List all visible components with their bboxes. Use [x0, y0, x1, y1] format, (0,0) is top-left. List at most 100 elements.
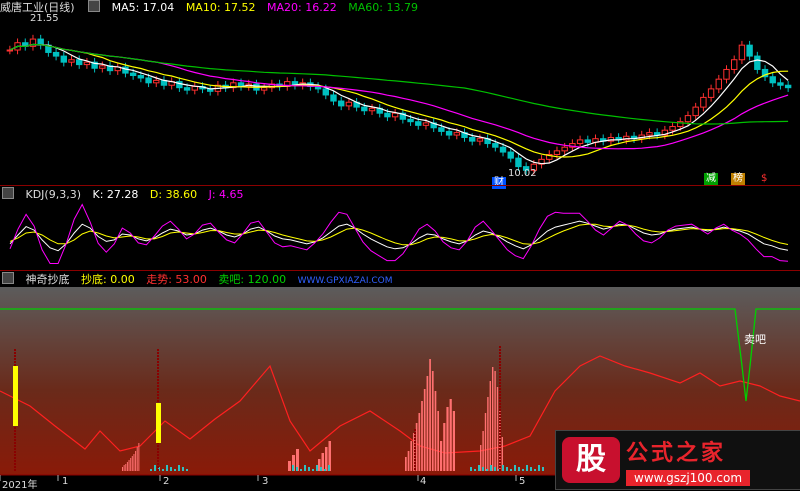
bottom-bar: [125, 464, 127, 471]
cyan-bar: [304, 465, 306, 471]
candle-body: [561, 146, 568, 152]
cyan-bar: [534, 469, 536, 471]
cyan-bar: [328, 465, 330, 471]
sell-label: 卖吧: 120.00: [218, 273, 287, 286]
cyan-bar: [316, 465, 318, 471]
cyan-bar: [522, 469, 524, 471]
cyan-bar: [502, 465, 504, 471]
cyan-bar: [174, 469, 176, 471]
bottom-bar: [131, 456, 133, 471]
candle-body: [415, 121, 422, 126]
kdj-j-label: J: 4.65: [208, 188, 244, 201]
candle-body: [330, 94, 337, 102]
cyan-bar: [292, 465, 294, 471]
settings-icon[interactable]: [88, 0, 101, 12]
candle-body: [715, 78, 722, 90]
bottom-bar: [421, 401, 423, 471]
kdj-title: KDJ(9,3,3): [25, 188, 82, 201]
candle-body: [553, 150, 561, 155]
stock-title: 威唐工业(日线): [0, 1, 75, 14]
cyan-bar: [150, 469, 152, 471]
bottom-bar: [410, 441, 413, 471]
price-panel: 威唐工业(日线) MA5: 17.04 MA10: 17.52 MA20: 16…: [0, 0, 800, 189]
candle-body: [145, 77, 152, 84]
candle-body: [76, 59, 83, 66]
price-chart[interactable]: [0, 0, 800, 185]
bottom-bar: [136, 447, 138, 471]
bottom-bar: [423, 389, 426, 471]
bottom-bar: [133, 454, 135, 471]
candle-body: [52, 51, 60, 57]
cyan-bar: [308, 467, 310, 471]
candle-body: [777, 82, 784, 86]
candle-body: [129, 72, 137, 77]
ma60-label: MA60: 13.79: [348, 1, 418, 14]
cyan-bar: [166, 465, 168, 471]
cyan-bar: [296, 467, 298, 471]
candle-body: [338, 100, 345, 107]
cyan-bar: [542, 467, 544, 471]
rank-badge[interactable]: 榜: [731, 173, 745, 185]
candle-body: [499, 146, 507, 153]
settings-icon[interactable]: [2, 272, 14, 284]
bottom-bar: [496, 387, 499, 471]
candle-body: [345, 101, 353, 107]
indicator-title: 神奇抄底: [25, 273, 70, 286]
kdj-d-label: D: 38.60: [149, 188, 198, 201]
low-price-label: 10.02: [508, 168, 537, 179]
trend-label: 走势: 53.00: [146, 273, 207, 286]
cyan-bar: [538, 465, 540, 471]
ma20-label: MA20: 16.22: [267, 1, 337, 14]
bottom-bar: [123, 465, 125, 471]
cyan-bar: [506, 467, 508, 471]
candle-body: [445, 130, 453, 136]
candle-body: [391, 112, 399, 118]
bottom-bar: [449, 399, 452, 471]
cyan-bar: [494, 467, 496, 471]
candle-body: [60, 55, 67, 63]
cyan-bar: [514, 465, 516, 471]
bottom-bar: [494, 371, 496, 471]
bottom-label: 抄底: 0.00: [81, 273, 135, 286]
buy-signal-bar: [13, 366, 18, 426]
bottom-bar: [440, 441, 443, 471]
candle-body: [137, 75, 145, 79]
bottom-bar: [484, 413, 487, 471]
candle-body: [83, 61, 91, 66]
bottom-bar: [431, 371, 434, 471]
x-axis-label: 2021年: [2, 480, 38, 491]
watermark-title: 公式之家: [626, 440, 727, 466]
bottom-bar: [407, 451, 410, 471]
settings-icon[interactable]: [2, 187, 14, 199]
ma20-line: [9, 43, 789, 150]
ma5-line: [9, 43, 789, 165]
bottom-bar: [480, 445, 482, 471]
cyan-bar: [490, 465, 492, 471]
bottom-bar: [415, 423, 418, 471]
candle-body: [723, 68, 730, 80]
bottom-bar: [492, 367, 494, 471]
candle-body: [99, 65, 106, 69]
candle-body: [384, 112, 391, 118]
sell-annotation: 卖吧: [744, 333, 766, 346]
ma10-label: MA10: 17.52: [185, 1, 256, 14]
ma60-line: [9, 43, 789, 125]
cyan-bar: [518, 467, 520, 471]
ma10-line: [9, 43, 789, 158]
cyan-bar: [182, 467, 184, 471]
cyan-bar: [154, 465, 156, 471]
candle-body: [692, 106, 699, 117]
bottom-bar: [489, 381, 491, 471]
candle-body: [361, 106, 368, 112]
cyan-bar: [170, 467, 172, 471]
cyan-bar: [470, 467, 472, 471]
cyan-bar: [300, 469, 302, 471]
candle-body: [684, 115, 692, 123]
candle-body: [492, 143, 499, 148]
bottom-bar: [446, 407, 449, 471]
reduce-badge[interactable]: 减: [704, 173, 718, 185]
dollar-badge[interactable]: $: [759, 173, 769, 185]
candle-body: [784, 84, 792, 89]
kdj-k-label: K: 27.28: [92, 188, 139, 201]
candle-body: [669, 126, 676, 131]
